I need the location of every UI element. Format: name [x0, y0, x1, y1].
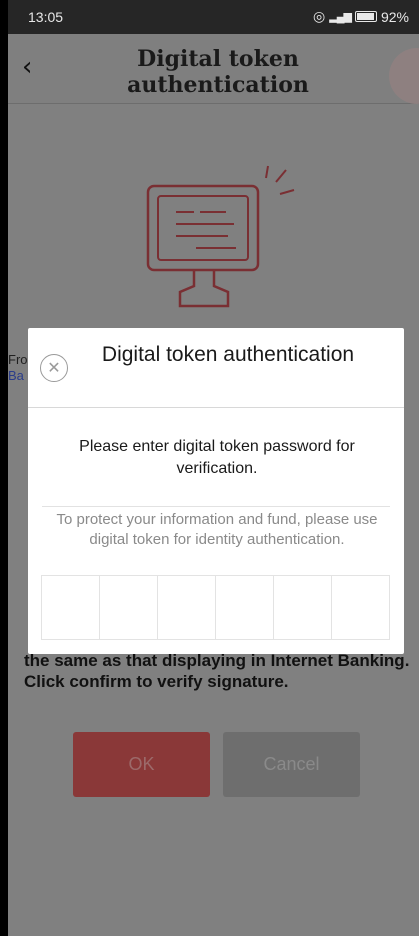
close-icon[interactable]: ✕ [40, 354, 68, 382]
dialog-header: ✕ Digital token authentication [28, 328, 404, 408]
pin-digit-box[interactable] [216, 576, 274, 639]
battery-icon [354, 11, 377, 22]
pin-digit-box[interactable] [100, 576, 158, 639]
pin-digit-box[interactable] [158, 576, 216, 639]
title-bar: ‹ Digital token authentication [8, 34, 419, 104]
dialog-hint: To protect your information and fund, pl… [56, 511, 378, 548]
pin-digit-box[interactable] [42, 576, 100, 639]
page-title: Digital token authentication [127, 46, 309, 98]
dialog-message: Please enter digital token password for … [79, 438, 355, 477]
background-text: Fro Ba [8, 352, 28, 383]
battery-percent: 92% [380, 8, 409, 25]
pin-digit-box[interactable] [332, 576, 389, 639]
dialog-title: Digital token authentication [101, 343, 355, 366]
cancel-button[interactable]: Cancel [223, 732, 360, 797]
chevron-left-icon[interactable]: ‹ [22, 52, 32, 82]
screen: 13:05 ◎ ▂▄▆ 92% ‹ Digital token authenti… [8, 0, 419, 936]
signal-icon: ▂▄▆ [329, 11, 352, 23]
logo-badge [389, 48, 419, 104]
monitor-icon [146, 165, 295, 308]
pin-digit-box[interactable] [274, 576, 332, 639]
divider [42, 506, 390, 507]
instruction-text: the same as that displaying in Internet … [24, 651, 410, 691]
pin-input[interactable] [41, 575, 390, 640]
status-icons: ◎ ▂▄▆ 92% [313, 8, 409, 25]
ok-button[interactable]: OK [73, 732, 210, 797]
status-time: 13:05 [28, 9, 64, 25]
hotspot-icon: ◎ [313, 8, 326, 24]
status-bar: 13:05 ◎ ▂▄▆ 92% [8, 0, 419, 34]
token-dialog: ✕ Digital token authentication Please en… [28, 328, 404, 654]
